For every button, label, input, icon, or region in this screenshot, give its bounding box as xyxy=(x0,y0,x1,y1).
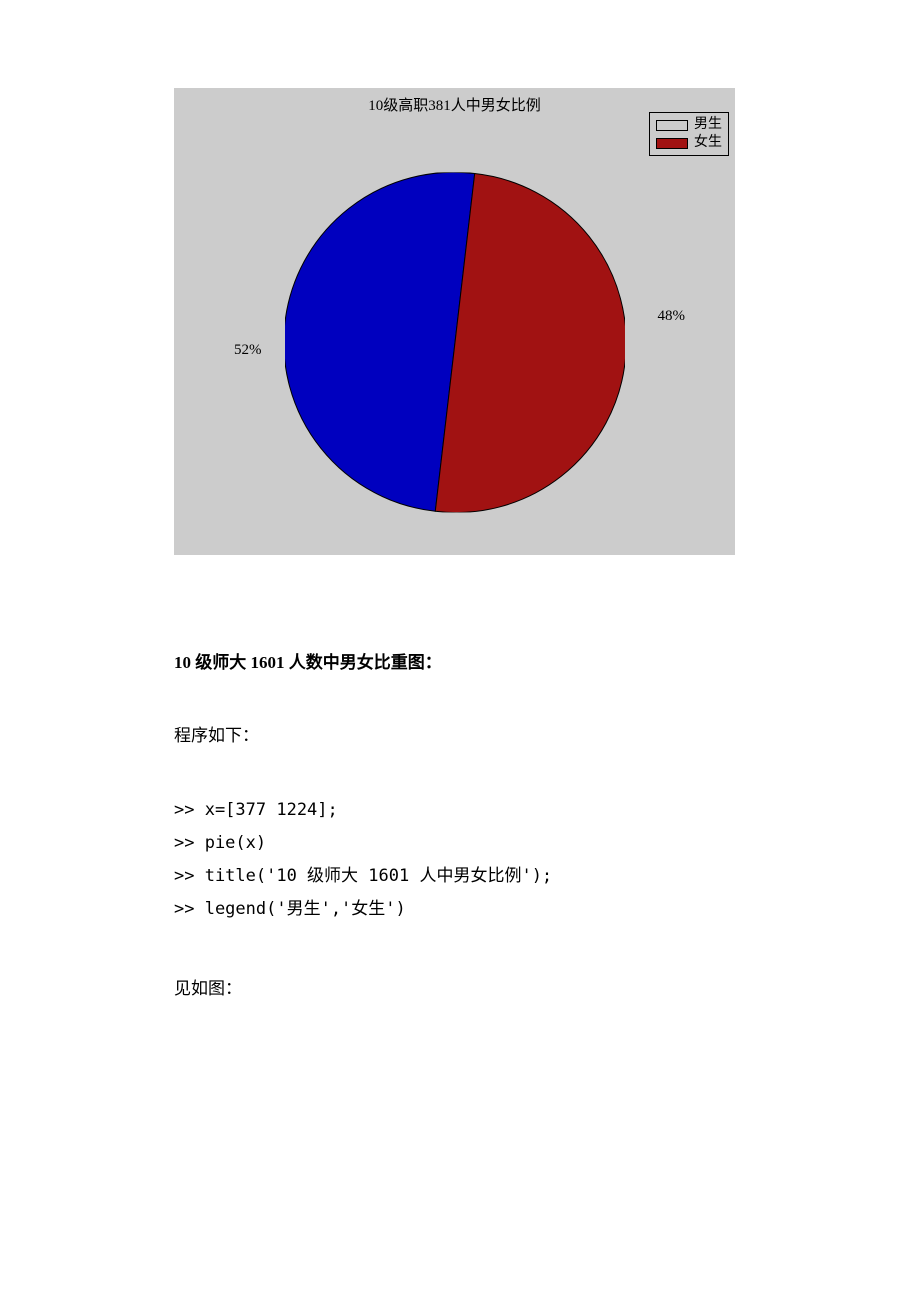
legend-label: 男生 xyxy=(694,116,722,134)
pie-label-right: 48% xyxy=(658,308,686,325)
legend-label: 女生 xyxy=(694,134,722,152)
legend-swatch xyxy=(656,120,688,131)
legend-item: 女生 xyxy=(656,134,722,152)
chart-area: 10级高职381人中男女比例 男生 女生 52% 48% xyxy=(174,88,735,555)
legend: 男生 女生 xyxy=(649,112,729,156)
pie-chart xyxy=(285,172,625,512)
code-line: >> pie(x) xyxy=(174,827,735,860)
intro-paragraph: 程序如下： xyxy=(174,721,735,746)
code-line: >> title('10 级师大 1601 人中男女比例'); xyxy=(174,860,735,893)
legend-item: 男生 xyxy=(656,116,722,134)
legend-swatch xyxy=(656,138,688,149)
document-body: 10 级师大 1601 人数中男女比重图： 程序如下： >> x=[377 12… xyxy=(174,648,735,999)
pie-label-left: 52% xyxy=(234,342,262,359)
closing-paragraph: 见如图： xyxy=(174,974,735,999)
code-line: >> legend('男生','女生') xyxy=(174,893,735,926)
code-line: >> x=[377 1224]; xyxy=(174,794,735,827)
section-heading: 10 级师大 1601 人数中男女比重图： xyxy=(174,648,735,673)
